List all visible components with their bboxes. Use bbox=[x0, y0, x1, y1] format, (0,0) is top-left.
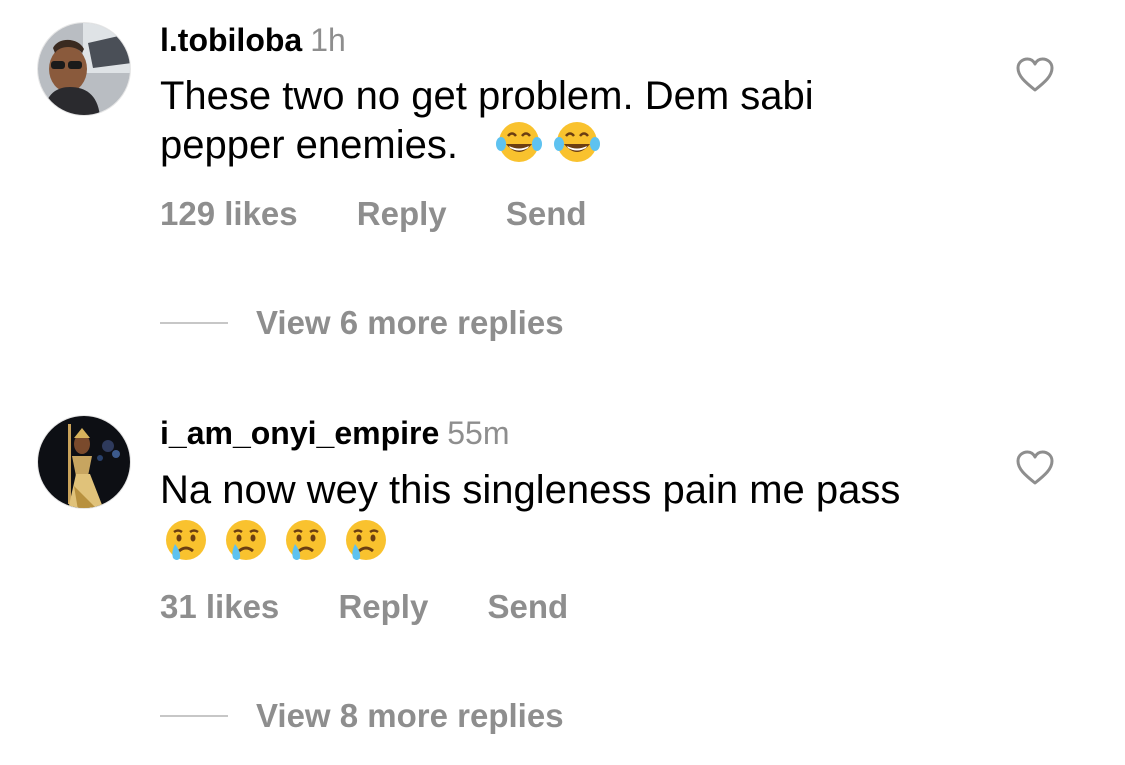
avatar[interactable] bbox=[37, 415, 131, 509]
avatar-photo bbox=[38, 416, 130, 508]
replies-divider-line bbox=[160, 715, 228, 718]
send-button[interactable]: Send bbox=[488, 588, 569, 625]
comment-emoji-line bbox=[160, 514, 980, 571]
crying-face-icon bbox=[220, 518, 272, 566]
comment-text-line: Na now wey this singleness pain me pass bbox=[160, 468, 901, 512]
reply-button[interactable]: Reply bbox=[338, 588, 428, 625]
crying-face-icon bbox=[160, 518, 212, 566]
comment-text: Na now wey this singleness pain me pass bbox=[160, 466, 980, 571]
comment-time: 55m bbox=[447, 415, 510, 451]
comment-item: i_am_onyi_empire 55m Na now wey this sing… bbox=[0, 0, 1125, 765]
likes-count[interactable]: 31 likes bbox=[160, 588, 279, 625]
username[interactable]: i_am_onyi_empire bbox=[160, 415, 439, 451]
view-more-replies-button[interactable]: View 8 more replies bbox=[160, 697, 564, 735]
like-heart-icon[interactable] bbox=[1015, 449, 1055, 487]
comment-actions: 31 likes Reply Send bbox=[160, 588, 618, 626]
crying-face-icon bbox=[340, 518, 392, 566]
comment-header: i_am_onyi_empire 55m bbox=[160, 413, 510, 453]
view-replies-label: View 8 more replies bbox=[256, 697, 564, 734]
crying-face-icon bbox=[280, 518, 332, 566]
